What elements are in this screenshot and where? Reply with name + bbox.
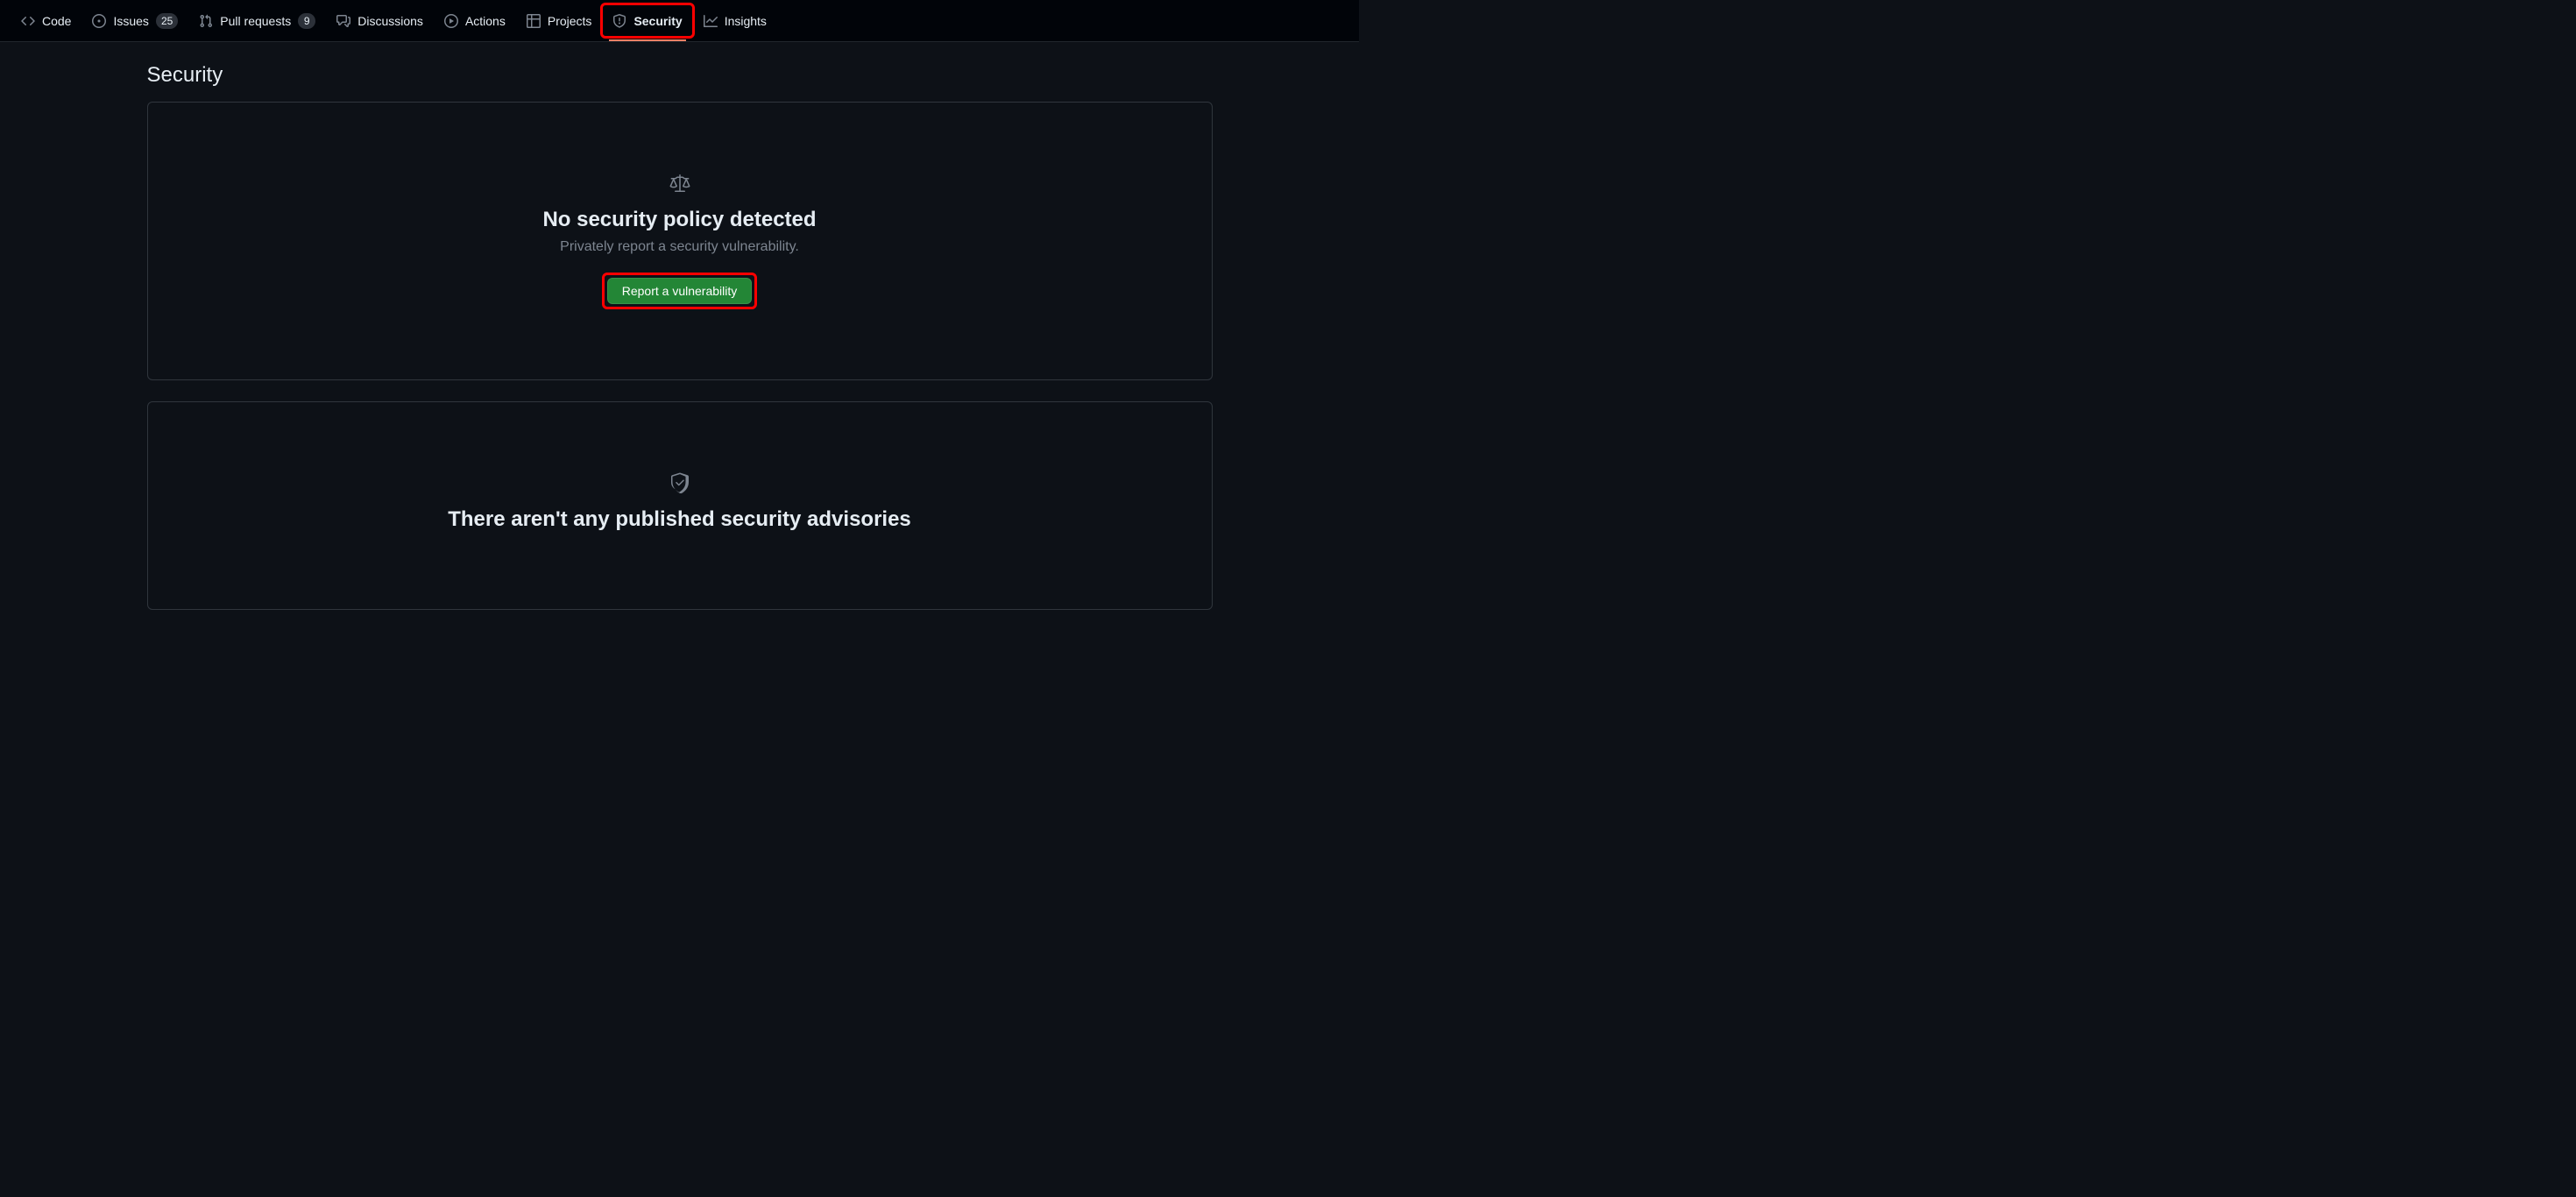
graph-icon <box>704 14 718 28</box>
discussions-icon <box>336 14 350 28</box>
tab-label: Projects <box>548 14 592 28</box>
tab-actions[interactable]: Actions <box>437 0 513 41</box>
tab-issues[interactable]: Issues 25 <box>85 0 185 41</box>
play-icon <box>444 14 458 28</box>
tab-count-badge: 9 <box>298 13 315 29</box>
tab-label: Issues <box>113 14 148 28</box>
issue-icon <box>92 14 106 28</box>
page-container: Security No security policy detected Pri… <box>119 42 1241 652</box>
shield-icon <box>612 14 626 28</box>
tab-label: Discussions <box>357 14 423 28</box>
tab-label: Insights <box>725 14 767 28</box>
tab-insights[interactable]: Insights <box>697 0 774 41</box>
tab-security[interactable]: Security <box>605 0 689 41</box>
tab-pull-requests[interactable]: Pull requests 9 <box>192 0 322 41</box>
tab-label: Pull requests <box>220 14 291 28</box>
repo-tab-nav: Code Issues 25 Pull requests 9 Discussio… <box>0 0 1359 42</box>
tab-count-badge: 25 <box>156 13 178 29</box>
tab-projects[interactable]: Projects <box>520 0 599 41</box>
report-vulnerability-button[interactable]: Report a vulnerability <box>607 278 753 304</box>
security-policy-panel: No security policy detected Privately re… <box>147 102 1213 380</box>
tab-label: Code <box>42 14 71 28</box>
tab-code[interactable]: Code <box>14 0 78 41</box>
tab-label: Actions <box>465 14 506 28</box>
panel-title: There aren't any published security advi… <box>448 507 911 532</box>
page-title: Security <box>147 63 1213 88</box>
highlight-annotation: Report a vulnerability <box>602 273 758 309</box>
panel-subtitle: Privately report a security vulnerabilit… <box>560 239 799 255</box>
table-icon <box>527 14 541 28</box>
pull-request-icon <box>199 14 213 28</box>
tab-discussions[interactable]: Discussions <box>329 0 430 41</box>
panel-title: No security policy detected <box>542 208 816 232</box>
code-icon <box>21 14 35 28</box>
law-icon <box>669 173 690 194</box>
tab-label: Security <box>633 14 682 28</box>
security-advisories-panel: There aren't any published security advi… <box>147 401 1213 610</box>
shield-check-icon <box>669 472 690 493</box>
